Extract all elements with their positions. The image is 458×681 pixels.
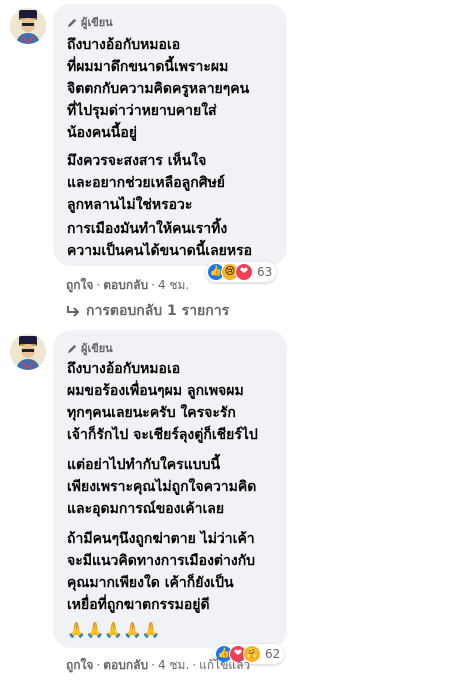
comment-line: การเมืองมันทำให้คนเราทิ้ง <box>67 221 228 237</box>
timestamp[interactable]: 4 ชม. <box>158 658 189 672</box>
view-replies-link[interactable]: การตอบกลับ 1 รายการ <box>66 300 229 322</box>
reply-button[interactable]: ตอบกลับ <box>103 658 148 672</box>
comment-line: ลูกหลานไม่ใช่หรอวะ <box>67 197 193 213</box>
reaction-count: 63 <box>257 265 273 279</box>
reply-button[interactable]: ตอบกลับ <box>103 278 148 292</box>
pen-icon <box>67 344 77 353</box>
author-badge: ผู้เขียน <box>67 339 113 357</box>
comment-paragraph: ถึงบางอ้อกับหมอเอ ที่ผมมาดึกขนาดนี้เพราะ… <box>67 34 295 144</box>
comment-line: ถึงบางอ้อกับหมอเอ <box>67 361 181 377</box>
author-label: ผู้เขียน <box>81 16 113 29</box>
comment-line: แต่อย่าไปทำกับใครแบบนี้ <box>67 457 221 473</box>
author-badge: ผู้เขียน <box>67 13 113 31</box>
like-button[interactable]: ถูกใจ <box>66 658 93 672</box>
pen-icon <box>67 18 77 27</box>
replies-count-label: การตอบกลับ 1 รายการ <box>86 303 230 319</box>
comment-line: ที่ไปรุมด่าว่าหยาบคายใส่ <box>67 103 217 119</box>
author-label: ผู้เขียน <box>81 342 113 355</box>
comment-line: ผมขอร้องเพื่อนๆผม ลูกเพจผม <box>67 383 244 399</box>
comment-actions: ถูกใจ · ตอบกลับ · 4 ชม. · แก้ไขแล้ว <box>66 658 251 672</box>
reply-arrow-icon <box>67 306 80 317</box>
comment-bubble: ผู้เขียน ถึงบางอ้อกับหมอเอ ที่ผมมาดึกขนา… <box>53 4 287 266</box>
avatar-image <box>10 334 46 370</box>
comment-paragraph: มึงควรจะสงสาร เห็นใจ และอยากช่วยเหลือลูก… <box>67 150 295 216</box>
love-reaction-icon: ❤ <box>235 263 253 281</box>
comment-paragraph: ถึงบางอ้อกับหมอเอ ผมขอร้องเพื่อนๆผม ลูกเ… <box>67 358 295 446</box>
edited-label: แก้ไขแล้ว <box>199 658 251 672</box>
comment-line: ถ้ามีคนๆนึงถูกฆ่าตาย ไม่ว่าเค้า <box>67 531 255 547</box>
comment-actions: ถูกใจ · ตอบกลับ · 4 ชม. <box>66 278 190 292</box>
comment-line: ที่ผมมาดึกขนาดนี้เพราะผม <box>67 59 229 75</box>
comment-line: เพียงเพราะคุณไม่ถูกใจความคิด <box>67 479 257 495</box>
comment-bubble: ผู้เขียน ถึงบางอ้อกับหมอเอ ผมขอร้องเพื่อ… <box>53 330 287 648</box>
like-button[interactable]: ถูกใจ <box>66 278 93 292</box>
reaction-count: 62 <box>265 647 281 661</box>
comment-paragraph: แต่อย่าไปทำกับใครแบบนี้ เพียงเพราะคุณไม่… <box>67 454 295 520</box>
comment-line: และอุดมการณ์ของเค้าเลย <box>67 501 225 517</box>
comment-paragraph: ถ้ามีคนๆนึงถูกฆ่าตาย ไม่ว่าเค้า จะมีแนวค… <box>67 528 295 616</box>
reaction-summary[interactable]: 👍 😢 ❤ 63 <box>206 262 277 282</box>
comment-line: ความเป็นคนได้ขนาดนี้เลยหรอ <box>67 243 253 259</box>
comment-line: จะมีแนวคิดทางการเมืองต่างกับ <box>67 553 256 569</box>
comment-line: จิตตกกับความคิดครูหลายๆคน <box>67 81 250 97</box>
comment-line: และอยากช่วยเหลือลูกศิษย์ <box>67 175 226 191</box>
avatar[interactable] <box>10 334 46 370</box>
comment-line: เจ้าก็รักไป จะเชียร์ลุงตู่ก็เชียร์ไป <box>67 427 258 443</box>
comment-line: น้องคนนี้อยู่ <box>67 125 137 141</box>
comment-line: มึงควรจะสงสาร เห็นใจ <box>67 153 207 169</box>
comment-line: คุณมากเพียงใด เค้าก็ยังเป็น <box>67 575 234 591</box>
folded-hands-emoji-row: 🙏🙏🙏🙏🙏 <box>67 621 161 639</box>
comment-paragraph: การเมืองมันทำให้คนเราทิ้ง ความเป็นคนได้ข… <box>67 218 295 262</box>
timestamp[interactable]: 4 ชม. <box>158 278 189 292</box>
avatar-image <box>10 8 46 44</box>
comment-line: ทุกๆคนเลยนะครับ ใครจะรัก <box>67 405 236 421</box>
comment-line: ถึงบางอ้อกับหมอเอ <box>67 37 181 53</box>
avatar[interactable] <box>10 8 46 44</box>
comment-line: เหยื่อที่ถูกฆาตกรรมอยู่ดี <box>67 597 210 613</box>
